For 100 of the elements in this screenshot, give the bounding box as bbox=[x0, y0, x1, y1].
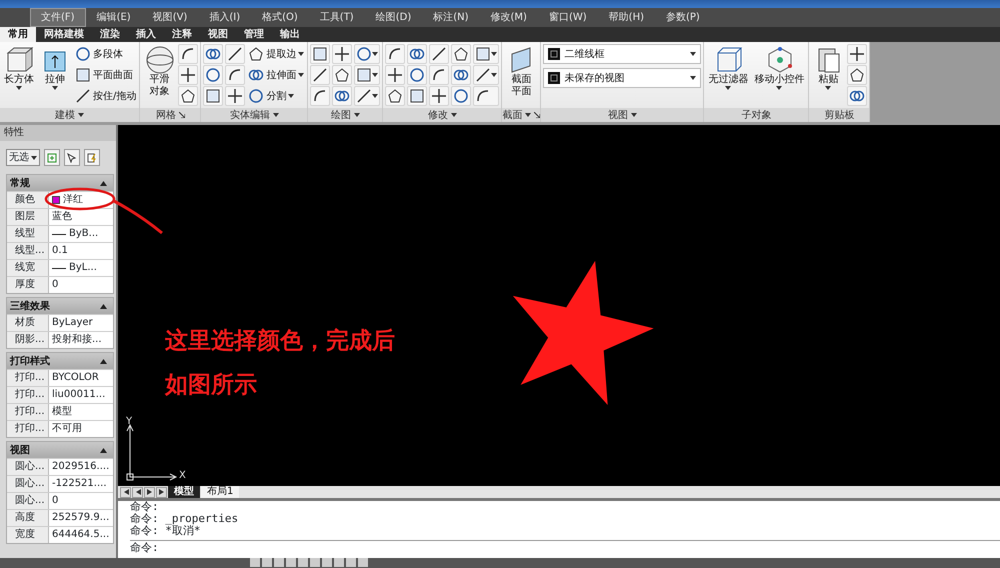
command-prompt[interactable]: 命令: bbox=[130, 540, 1000, 554]
toolbar-button[interactable] bbox=[64, 149, 80, 166]
tool-button[interactable]: 截面平面 bbox=[504, 44, 538, 106]
tool-button[interactable]: 多段体 bbox=[74, 44, 138, 64]
menu-item[interactable]: 标注(N) bbox=[422, 8, 480, 27]
layout-tab[interactable]: 布局1 bbox=[201, 486, 240, 498]
nav-button[interactable] bbox=[156, 486, 167, 498]
menu-item[interactable]: 工具(T) bbox=[308, 8, 365, 27]
tool-button[interactable] bbox=[332, 86, 352, 106]
tool-button[interactable] bbox=[473, 86, 500, 106]
menu-item[interactable]: 窗口(W) bbox=[538, 8, 598, 27]
menu-item[interactable]: 编辑(E) bbox=[86, 8, 142, 27]
tool-button[interactable] bbox=[203, 65, 224, 85]
ribbon-tab[interactable]: 常用 bbox=[0, 27, 36, 42]
ribbon-tab[interactable]: 插入 bbox=[128, 27, 164, 42]
layout-tab[interactable]: 模型 bbox=[168, 486, 200, 498]
tool-button[interactable] bbox=[473, 44, 500, 64]
tool-button[interactable] bbox=[310, 86, 330, 106]
tool-button[interactable] bbox=[385, 44, 406, 64]
menu-item[interactable]: 文件(F) bbox=[30, 8, 86, 27]
tool-button[interactable]: 提取边 bbox=[247, 44, 306, 64]
tool-button[interactable] bbox=[451, 65, 472, 85]
tool-button[interactable] bbox=[178, 86, 198, 106]
tool-button[interactable]: 无过滤器 bbox=[706, 44, 750, 106]
property-value[interactable]: 0.1 bbox=[49, 243, 113, 259]
property-value[interactable]: BYCOLOR bbox=[49, 370, 113, 386]
tool-button[interactable] bbox=[203, 86, 224, 106]
tool-button[interactable] bbox=[203, 44, 224, 64]
tool-button[interactable] bbox=[225, 86, 246, 106]
tool-button[interactable]: 分割 bbox=[247, 86, 306, 106]
property-value[interactable]: ByB... bbox=[49, 226, 113, 242]
property-value[interactable]: 2029516.... bbox=[49, 459, 113, 475]
ribbon-tab[interactable]: 视图 bbox=[200, 27, 236, 42]
tool-button[interactable] bbox=[429, 65, 450, 85]
property-value[interactable]: 蓝色 bbox=[49, 209, 113, 225]
tool-button[interactable] bbox=[354, 86, 380, 106]
tool-button[interactable] bbox=[332, 44, 352, 64]
tool-button[interactable]: 移动小控件 bbox=[752, 44, 806, 106]
toolbar-button[interactable] bbox=[84, 149, 100, 166]
property-value[interactable]: liu00011... bbox=[49, 387, 113, 403]
property-value[interactable]: 模型 bbox=[49, 404, 113, 420]
tool-button[interactable] bbox=[473, 65, 500, 85]
tool-button[interactable] bbox=[847, 44, 868, 64]
menu-item[interactable]: 插入(I) bbox=[198, 8, 252, 27]
menu-item[interactable]: 绘图(D) bbox=[364, 8, 422, 27]
property-value[interactable]: -122521.... bbox=[49, 476, 113, 492]
property-value[interactable]: 252579.9... bbox=[49, 510, 113, 526]
tool-button[interactable]: 拉伸面 bbox=[247, 65, 306, 85]
tool-button[interactable] bbox=[225, 65, 246, 85]
dropdown-field[interactable]: 二维线框 bbox=[543, 44, 702, 64]
property-value[interactable]: 不可用 bbox=[49, 421, 113, 437]
menu-item[interactable]: 格式(O) bbox=[251, 8, 309, 27]
menu-item[interactable]: 帮助(H) bbox=[598, 8, 655, 27]
section-header[interactable]: 三维效果 bbox=[7, 298, 113, 314]
property-value[interactable]: 0 bbox=[49, 493, 113, 509]
tool-button[interactable] bbox=[332, 65, 352, 85]
tool-button[interactable] bbox=[310, 65, 330, 85]
tool-button[interactable] bbox=[178, 65, 198, 85]
tool-button[interactable]: 拉伸 bbox=[38, 44, 72, 106]
tool-button[interactable] bbox=[225, 44, 246, 64]
ribbon-tab[interactable]: 输出 bbox=[272, 27, 308, 42]
property-value[interactable]: 投射和接... bbox=[49, 332, 113, 348]
ribbon-tab[interactable]: 渲染 bbox=[92, 27, 128, 42]
tool-button[interactable]: 平面曲面 bbox=[74, 65, 138, 85]
tool-button[interactable] bbox=[407, 44, 428, 64]
tool-button[interactable] bbox=[407, 86, 428, 106]
tool-button[interactable] bbox=[429, 86, 450, 106]
ribbon-tab[interactable]: 管理 bbox=[236, 27, 272, 42]
section-header[interactable]: 打印样式 bbox=[7, 353, 113, 369]
tool-button[interactable] bbox=[451, 86, 472, 106]
property-value[interactable]: 0 bbox=[49, 277, 113, 293]
menu-item[interactable]: 参数(P) bbox=[655, 8, 711, 27]
nav-button[interactable] bbox=[120, 486, 131, 498]
tool-button[interactable] bbox=[847, 86, 868, 106]
tool-button[interactable] bbox=[385, 65, 406, 85]
section-header[interactable]: 常规 bbox=[7, 175, 113, 191]
property-value[interactable]: ByLayer bbox=[49, 315, 113, 331]
selection-dropdown[interactable]: 无选 bbox=[6, 149, 40, 166]
tool-button[interactable] bbox=[354, 65, 380, 85]
section-header[interactable]: 视图 bbox=[7, 442, 113, 458]
tool-button[interactable] bbox=[451, 44, 472, 64]
tool-button[interactable] bbox=[354, 44, 380, 64]
tool-button[interactable] bbox=[310, 44, 330, 64]
tool-button[interactable] bbox=[847, 65, 868, 85]
ribbon-tab[interactable]: 注释 bbox=[164, 27, 200, 42]
tool-button[interactable] bbox=[429, 44, 450, 64]
property-value[interactable]: 644464.5... bbox=[49, 527, 113, 543]
menu-item[interactable]: 修改(M) bbox=[480, 8, 538, 27]
tool-button[interactable] bbox=[178, 44, 198, 64]
dropdown-field[interactable]: 未保存的视图 bbox=[543, 68, 702, 88]
property-value[interactable]: ByL... bbox=[49, 260, 113, 276]
nav-button[interactable] bbox=[144, 486, 155, 498]
ribbon-tab[interactable]: 网格建模 bbox=[36, 27, 92, 42]
tool-button[interactable]: 粘贴 bbox=[811, 44, 846, 106]
menu-item[interactable]: 视图(V) bbox=[142, 8, 198, 27]
tool-button[interactable]: 平滑对象 bbox=[142, 44, 176, 106]
tool-button[interactable]: 按住/拖动 bbox=[74, 86, 138, 106]
tool-button[interactable] bbox=[385, 86, 406, 106]
nav-button[interactable] bbox=[132, 486, 143, 498]
tool-button[interactable] bbox=[407, 65, 428, 85]
